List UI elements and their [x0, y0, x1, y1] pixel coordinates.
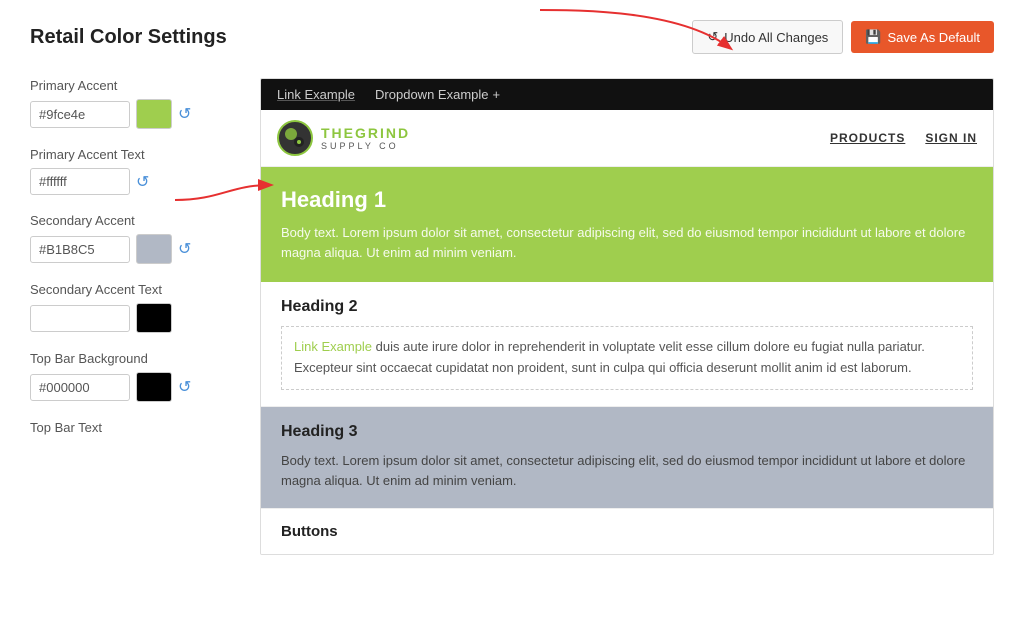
header-buttons: ↺ Undo All Changes 💾 Save As Default [692, 20, 994, 54]
heading2-link: Link Example [294, 339, 372, 354]
heading2-body: duis aute irure dolor in reprehenderit i… [294, 339, 925, 375]
field-group-primary-accent: Primary Accent ↺ [30, 78, 240, 129]
page-wrapper: Retail Color Settings ↺ Undo All Changes… [0, 0, 1024, 617]
primary-accent-text-input[interactable] [30, 168, 130, 195]
field-group-topbar-bg: Top Bar Background ↺ [30, 351, 240, 402]
preview-heading2-block: Heading 2 Link Example duis aute irure d… [261, 282, 993, 407]
field-row-primary-accent-text: ↺ [30, 168, 240, 195]
logo-text: THEGRIND SUPPLY CO [321, 125, 410, 151]
field-row-topbar-bg: ↺ [30, 372, 240, 402]
save-default-button[interactable]: 💾 Save As Default [851, 21, 994, 53]
store-logo-icon [277, 120, 313, 156]
heading1-body: Body text. Lorem ipsum dolor sit amet, c… [281, 223, 973, 262]
undo-all-icon: ↺ [707, 29, 718, 45]
main-layout: Primary Accent ↺ Primary Accent Text ↺ S… [30, 78, 994, 555]
logo-main: THEGRIND [321, 125, 410, 141]
buttons-title: Buttons [281, 523, 973, 540]
field-label-primary-accent-text: Primary Accent Text [30, 147, 240, 162]
preview-heading1-block: Heading 1 Body text. Lorem ipsum dolor s… [261, 167, 993, 282]
store-nav: PRODUCTS SIGN IN [830, 131, 977, 145]
left-panel: Primary Accent ↺ Primary Accent Text ↺ S… [30, 78, 240, 555]
preview-panel: Link Example Dropdown Example + [260, 78, 994, 555]
topbar-bg-input[interactable] [30, 374, 130, 401]
heading2-title: Heading 2 [281, 298, 973, 316]
field-row-secondary-accent: ↺ [30, 234, 240, 264]
heading3-body: Body text. Lorem ipsum dolor sit amet, c… [281, 451, 973, 493]
field-label-secondary-accent-text: Secondary Accent Text [30, 282, 240, 297]
field-group-secondary-accent-text: Secondary Accent Text [30, 282, 240, 333]
store-nav-signin: SIGN IN [925, 131, 977, 145]
topbar-dropdown-label: Dropdown Example [375, 87, 488, 102]
secondary-accent-undo-icon[interactable]: ↺ [178, 239, 191, 259]
logo-main-accent: GRIND [355, 125, 410, 141]
field-group-primary-accent-text: Primary Accent Text ↺ [30, 147, 240, 195]
secondary-accent-swatch[interactable] [136, 234, 172, 264]
field-group-topbar-text: Top Bar Text [30, 420, 240, 435]
preview-buttons-block: Buttons [261, 509, 993, 554]
field-group-secondary-accent: Secondary Accent ↺ [30, 213, 240, 264]
undo-all-button[interactable]: ↺ Undo All Changes [692, 20, 843, 54]
topbar-link: Link Example [277, 87, 355, 102]
field-row-secondary-accent-text [30, 303, 240, 333]
primary-accent-input[interactable] [30, 101, 130, 128]
store-logo: THEGRIND SUPPLY CO [277, 120, 410, 156]
primary-accent-swatch[interactable] [136, 99, 172, 129]
secondary-accent-input[interactable] [30, 236, 130, 263]
topbar-dropdown: Dropdown Example + [375, 87, 500, 102]
page-title: Retail Color Settings [30, 26, 227, 49]
save-icon: 💾 [865, 29, 881, 45]
field-label-primary-accent: Primary Accent [30, 78, 240, 93]
logo-sub: SUPPLY CO [321, 141, 410, 151]
preview-store-header: THEGRIND SUPPLY CO PRODUCTS SIGN IN [261, 110, 993, 167]
heading1-title: Heading 1 [281, 187, 973, 213]
preview-topbar: Link Example Dropdown Example + [261, 79, 993, 110]
field-label-topbar-text: Top Bar Text [30, 420, 240, 435]
secondary-accent-text-swatch[interactable] [136, 303, 172, 333]
save-label: Save As Default [888, 30, 981, 45]
topbar-bg-undo-icon[interactable]: ↺ [178, 377, 191, 397]
primary-accent-text-undo-icon[interactable]: ↺ [136, 172, 149, 192]
topbar-dropdown-icon: + [493, 87, 501, 102]
secondary-accent-text-input[interactable] [30, 305, 130, 332]
topbar-bg-swatch[interactable] [136, 372, 172, 402]
heading3-title: Heading 3 [281, 423, 973, 441]
preview-heading3-block: Heading 3 Body text. Lorem ipsum dolor s… [261, 407, 993, 510]
field-label-secondary-accent: Secondary Accent [30, 213, 240, 228]
heading2-body-container: Link Example duis aute irure dolor in re… [281, 326, 973, 390]
primary-accent-undo-icon[interactable]: ↺ [178, 104, 191, 124]
field-label-topbar-bg: Top Bar Background [30, 351, 240, 366]
undo-all-label: Undo All Changes [724, 30, 828, 45]
logo-main-before: THE [321, 125, 355, 141]
field-row-primary-accent: ↺ [30, 99, 240, 129]
store-nav-products: PRODUCTS [830, 131, 905, 145]
page-header: Retail Color Settings ↺ Undo All Changes… [30, 20, 994, 54]
